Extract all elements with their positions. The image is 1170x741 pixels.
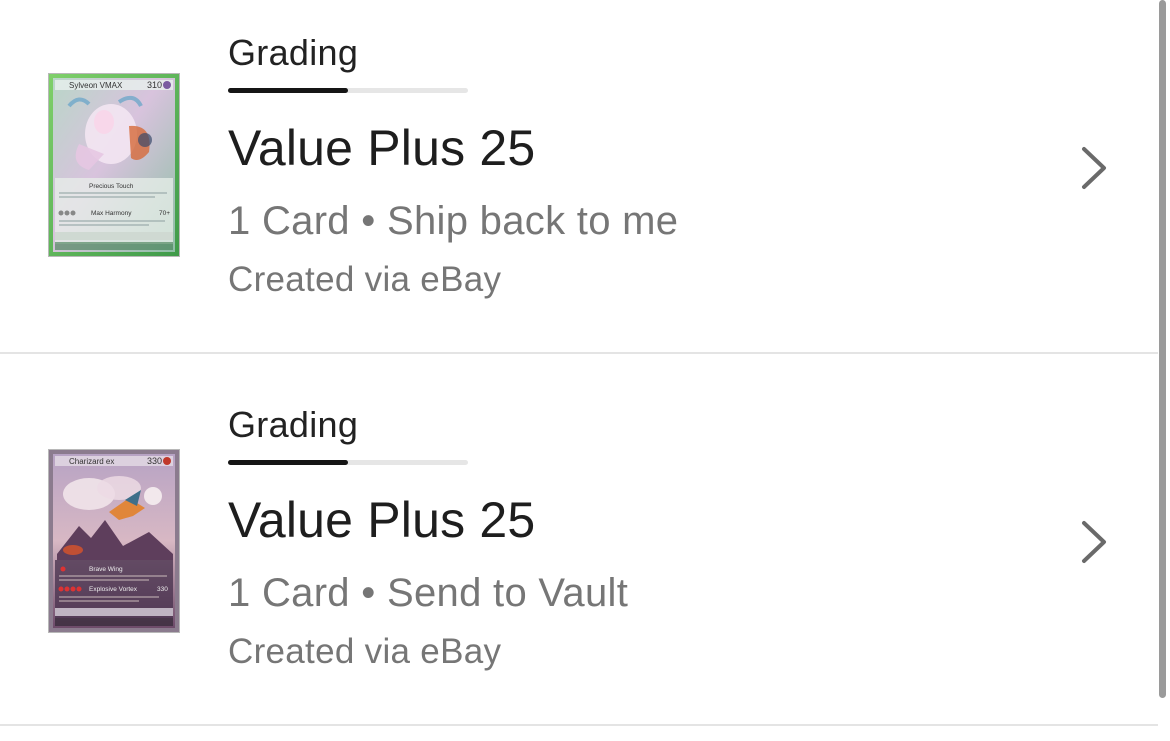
card-count: 1 Card [228, 571, 350, 615]
card-name-text: Charizard ex [69, 457, 114, 466]
chevron-right-icon[interactable] [1078, 146, 1112, 190]
order-source: Created via eBay [228, 632, 502, 671]
order-status-label: Grading [228, 32, 359, 73]
order-progress-bar [228, 88, 468, 93]
order-row[interactable]: Charizard ex 330 Brave Wing Explosive Vo… [0, 372, 1158, 726]
card-attack-1-text: Precious Touch [89, 183, 134, 190]
card-name-text: Sylveon VMAX [69, 81, 123, 90]
scrollbar[interactable] [1158, 0, 1170, 741]
order-row[interactable]: Sylveon VMAX 310 Precious Touch Max Harm… [0, 0, 1158, 354]
scrollbar-thumb[interactable] [1159, 0, 1166, 698]
chevron-right-icon[interactable] [1078, 520, 1112, 564]
card-attack-1-text: Brave Wing [89, 566, 123, 573]
order-details: 1 Card • Send to Vault [228, 568, 628, 618]
card-hp-text: 310 [147, 80, 162, 90]
shipping-option: Ship back to me [387, 199, 679, 243]
details-separator: • [361, 199, 376, 243]
card-attack-2-damage: 330 [157, 586, 168, 593]
order-progress-bar [228, 460, 468, 465]
card-hp-text: 330 [147, 456, 162, 466]
order-details: 1 Card • Ship back to me [228, 196, 678, 246]
card-image-charizard: Charizard ex 330 Brave Wing Explosive Vo… [48, 449, 180, 633]
order-progress-fill [228, 88, 348, 93]
order-source: Created via eBay [228, 260, 502, 299]
service-level-title: Value Plus 25 [228, 492, 536, 548]
order-status-label: Grading [228, 404, 359, 445]
card-attack-2-damage: 70+ [159, 210, 170, 217]
card-attack-2-text: Explosive Vortex [89, 586, 138, 593]
card-image-sylveon: Sylveon VMAX 310 Precious Touch Max Harm… [48, 73, 180, 257]
order-list-screen: Sylveon VMAX 310 Precious Touch Max Harm… [0, 0, 1170, 741]
service-level-title: Value Plus 25 [228, 120, 536, 176]
details-separator: • [361, 571, 376, 615]
order-progress-fill [228, 460, 348, 465]
shipping-option: Send to Vault [387, 571, 629, 615]
card-attack-2-text: Max Harmony [91, 210, 132, 217]
card-count: 1 Card [228, 199, 350, 243]
